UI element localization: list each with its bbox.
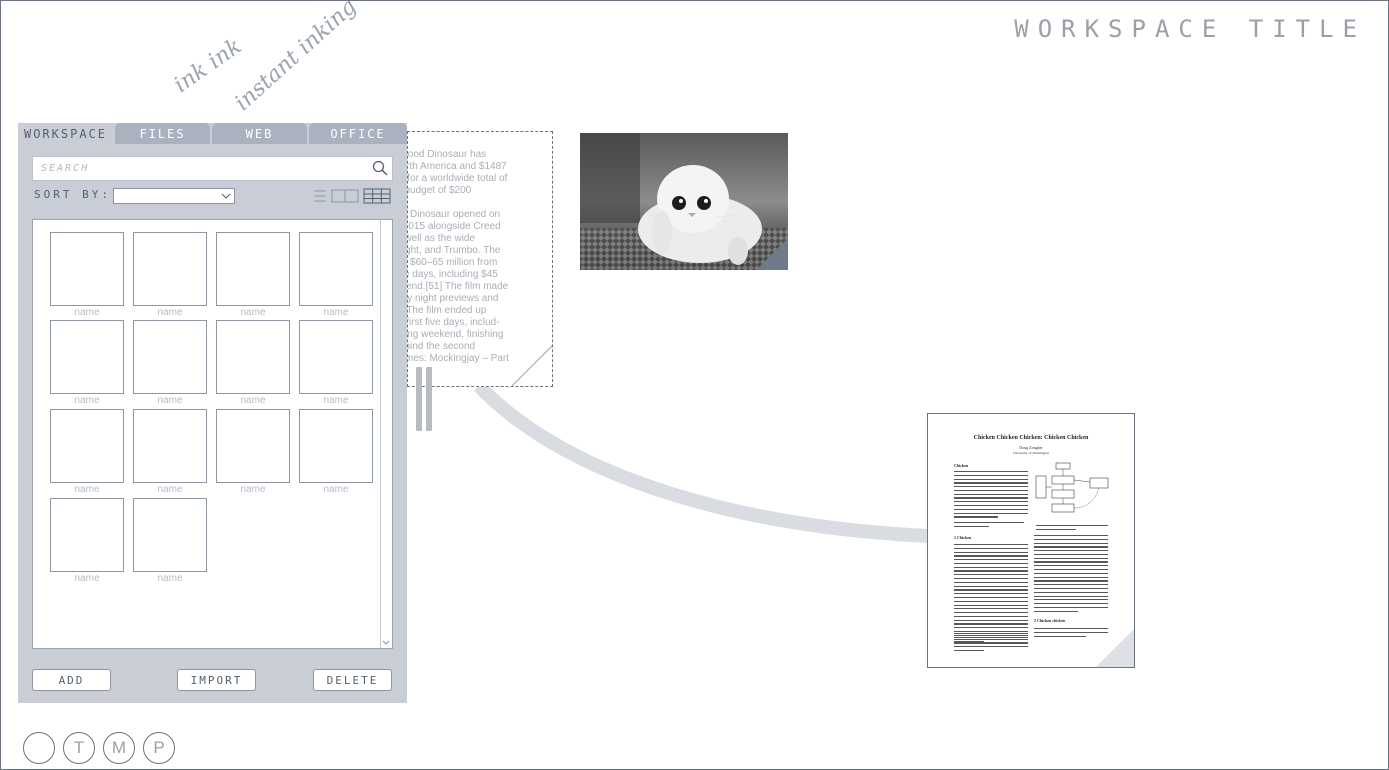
workspace-title: WORKSPACE TITLE [1014,15,1366,43]
item-name: name [323,484,349,495]
item-name: name [240,307,266,318]
item-name: name [74,307,100,318]
workspace-panel: WORKSPACE FILES WEB OFFICE SORT BY: [18,123,407,703]
grid-scrollbar[interactable] [380,220,392,648]
mode-button-t[interactable]: T [63,732,95,764]
grid-item[interactable]: name [216,232,290,318]
item-thumbnail [50,498,124,572]
photo-corner-fold-icon[interactable] [756,238,788,270]
tab-files[interactable]: FILES [115,123,210,144]
add-button[interactable]: ADD [32,669,111,691]
sort-by-select[interactable] [113,188,235,204]
document-section-heading: 1 Chicken [954,535,972,540]
small-grid-icon[interactable] [363,188,391,204]
mode-button-m[interactable]: M [103,732,135,764]
item-thumbnail [133,320,207,394]
item-name: name [240,395,266,406]
item-thumbnail [299,232,373,306]
item-name: name [74,573,100,584]
note-paragraph-2: Good Dinosaur opened on r 25, 2015 along… [407,209,509,364]
grid-item[interactable]: name [50,409,124,495]
cat-photo[interactable] [580,133,788,270]
sort-by-label: SORT BY: [34,188,111,201]
item-thumbnail [133,409,207,483]
document-abstract-heading: Chicken [954,463,969,468]
ink-stroke-1: ink ink [169,33,247,98]
search-box [32,156,393,181]
mode-button-blank[interactable] [23,732,55,764]
tab-office[interactable]: OFFICE [309,123,407,144]
chevron-down-icon [221,193,231,199]
item-thumbnail [216,409,290,483]
note-corner-fold-icon[interactable] [512,346,552,386]
item-thumbnail [133,232,207,306]
item-name: name [323,395,349,406]
item-thumbnail [50,320,124,394]
search-icon[interactable] [372,160,388,176]
grid-item[interactable]: name [50,498,124,584]
grid-item[interactable]: name [299,409,373,495]
item-thumbnail [299,409,373,483]
view-mode-switch [314,188,391,204]
grid-item[interactable]: name [299,232,373,318]
item-name: name [74,484,100,495]
item-name: name [157,395,183,406]
item-name: name [240,484,266,495]
grid-item[interactable]: name [133,498,207,584]
document-text-block [954,522,1024,530]
document-text-block [954,633,1028,644]
document-text-block [1036,525,1108,533]
grid-item[interactable]: name [299,320,373,406]
item-thumbnail [216,320,290,394]
document-affiliation: University of Washington [1012,451,1049,455]
item-name: name [157,484,183,495]
document-text-block [954,471,1028,520]
grid-item[interactable]: name [216,320,290,406]
grid-item[interactable]: name [133,409,207,495]
document-author: Doug Zongker [1019,445,1043,450]
tab-web[interactable]: WEB [212,123,307,144]
medium-grid-icon[interactable] [331,189,359,203]
grid-item[interactable]: name [50,320,124,406]
grid-item[interactable]: name [133,232,207,318]
item-name: name [157,307,183,318]
panel-tabs: WORKSPACE FILES WEB OFFICE [18,123,407,144]
canvas: WORKSPACE TITLE ink ink instant inking T… [0,0,1389,770]
document-page[interactable]: Chicken Chicken Chicken: Chicken Chicken… [927,413,1135,668]
grid-item[interactable]: name [133,320,207,406]
note-drag-handle-icon[interactable] [416,367,434,433]
list-view-icon[interactable] [314,190,326,202]
item-thumbnail [299,320,373,394]
text-note[interactable]: The Good Dinosaur has in North America a… [407,131,553,387]
item-name: name [157,573,183,584]
import-button[interactable]: IMPORT [177,669,256,691]
file-grid: name name name name name name name name … [32,219,393,649]
grid-item[interactable]: name [50,232,124,318]
ink-stroke-2: instant inking [230,0,362,116]
grid-item[interactable]: name [216,409,290,495]
delete-button[interactable]: DELETE [313,669,392,691]
item-thumbnail [50,409,124,483]
document-text-block [1034,535,1108,614]
search-input[interactable] [41,160,361,176]
item-name: name [74,395,100,406]
document-corner-fold-icon[interactable] [1096,629,1134,667]
item-thumbnail [133,498,207,572]
item-thumbnail [50,232,124,306]
tab-workspace[interactable]: WORKSPACE [18,123,113,144]
item-thumbnail [216,232,290,306]
document-figure [1035,462,1109,513]
document-section-heading: 2 Chicken chicken [1034,618,1066,623]
document-title: Chicken Chicken Chicken: Chicken Chicken [973,435,1089,441]
item-name: name [323,307,349,318]
chevron-down-icon[interactable] [382,640,390,646]
note-paragraph-1: The Good Dinosaur has in North America a… [407,149,508,196]
mode-button-p[interactable]: P [143,732,175,764]
